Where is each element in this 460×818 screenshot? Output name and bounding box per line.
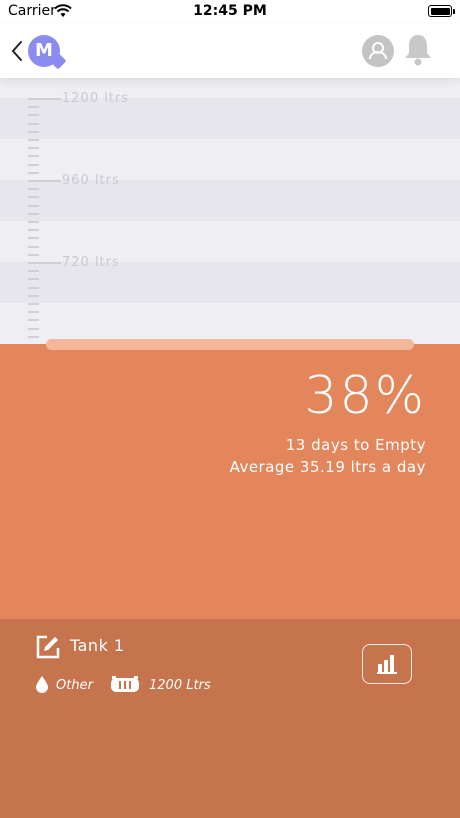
ruler-tick	[28, 98, 61, 100]
ruler-tick	[28, 147, 39, 150]
battery-icon	[428, 5, 455, 17]
ruler-tick	[28, 196, 39, 199]
scale-label-720: 720 ltrs	[62, 255, 120, 270]
ruler-tick	[28, 237, 39, 240]
app-logo[interactable]: M	[28, 35, 60, 67]
profile-icon[interactable]	[362, 35, 394, 67]
ruler-tick	[28, 245, 39, 248]
tank-capacity: 1200 Ltrs	[149, 678, 211, 693]
bar-chart-icon	[377, 655, 397, 674]
ruler-tick	[28, 204, 39, 207]
ruler-tick	[28, 270, 39, 273]
scale-label-1200: 1200 ltrs	[62, 91, 130, 106]
ruler-tick	[28, 212, 39, 215]
tank-gauge: 1200 ltrs 960 ltrs 720 ltrs	[0, 78, 460, 344]
ruler-tick	[28, 221, 39, 223]
ruler-tick	[28, 114, 39, 117]
ruler-tick	[28, 253, 39, 256]
scale-label-960: 960 ltrs	[62, 173, 120, 188]
bell-icon[interactable]	[402, 32, 434, 72]
liquid-type: Other	[56, 678, 93, 693]
drop-icon	[36, 676, 48, 697]
ruler-tick	[28, 106, 39, 109]
ruler-tick	[28, 311, 39, 314]
water-level: 38% 13 days to Empty Average 35.19 ltrs …	[0, 344, 460, 620]
status-bar: Carrier 12:45 PM	[0, 0, 460, 24]
ruler-tick	[28, 188, 39, 191]
ruler-tick	[28, 303, 39, 305]
ruler-tick	[28, 130, 39, 133]
ruler-tick	[28, 327, 39, 330]
ruler-tick	[28, 278, 39, 281]
ruler-tick	[28, 180, 61, 182]
fill-percent: 38%	[304, 366, 426, 426]
gauge-ruler	[28, 78, 68, 344]
tank-name: Tank 1	[70, 636, 125, 655]
ruler-tick	[28, 155, 39, 158]
ruler-tick	[28, 122, 39, 125]
ruler-tick	[28, 163, 39, 166]
tank-info-panel: Tank 1 Other 1200 Ltrs	[0, 619, 460, 818]
nav-bar: M	[0, 24, 460, 78]
days-to-empty: 13 days to Empty	[285, 436, 426, 454]
clock: 12:45 PM	[193, 3, 267, 19]
average-usage: Average 35.19 ltrs a day	[229, 458, 426, 476]
ruler-tick	[28, 139, 39, 141]
edit-icon[interactable]	[36, 635, 60, 663]
ruler-tick	[28, 171, 39, 174]
ruler-tick	[28, 262, 61, 264]
ruler-tick	[28, 335, 39, 338]
back-chevron-icon[interactable]	[10, 40, 24, 66]
ruler-tick	[28, 294, 39, 297]
ruler-tick	[28, 319, 39, 322]
tank-icon	[110, 676, 140, 698]
ruler-tick	[28, 229, 39, 232]
water-level-indicator	[46, 339, 414, 350]
ruler-tick	[28, 286, 39, 289]
bar-chart-button[interactable]	[362, 644, 412, 684]
